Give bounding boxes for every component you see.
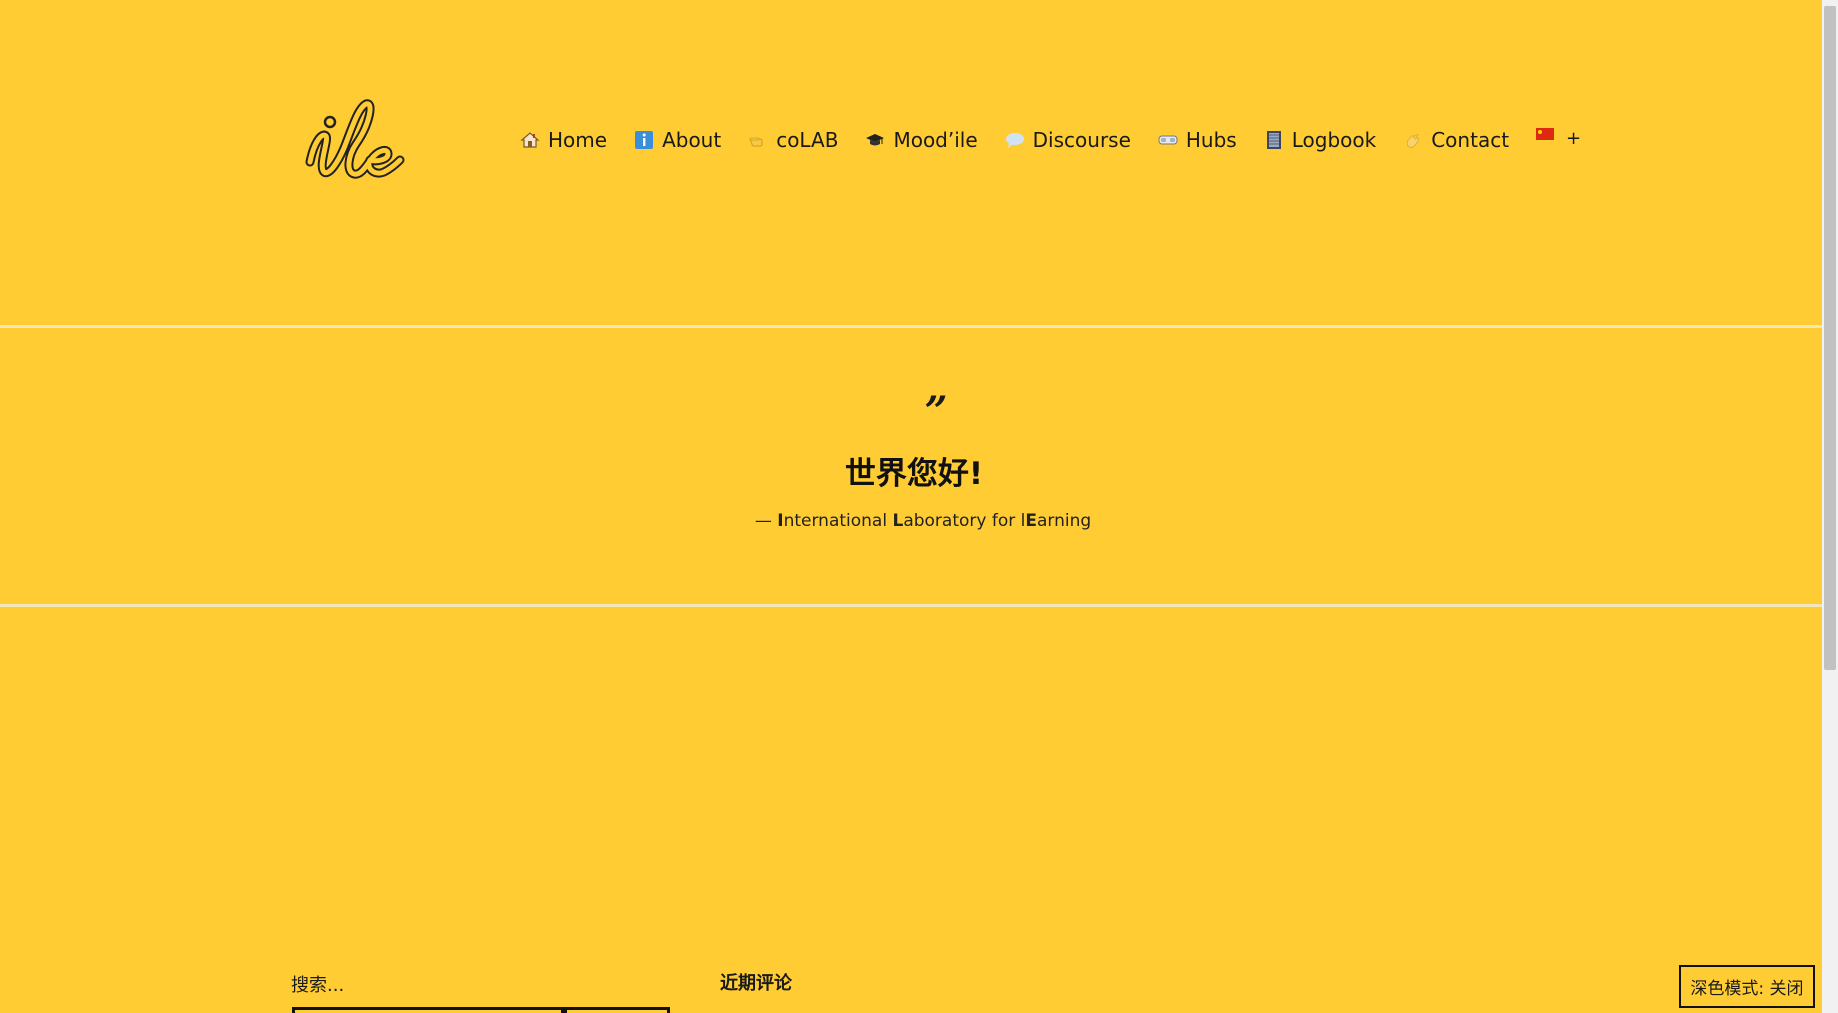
nav-colab-label: coLAB (776, 128, 839, 152)
search-button[interactable] (564, 1007, 670, 1013)
nav-moodile[interactable]: Mood’ile (865, 128, 978, 152)
ile-logo-icon (305, 99, 405, 179)
nav-discourse-label: Discourse (1032, 128, 1131, 152)
site-logo[interactable] (296, 92, 406, 188)
info-icon (634, 130, 654, 150)
vr-goggles-icon (1158, 130, 1178, 150)
house-icon (520, 130, 540, 150)
speech-bubble-icon (1005, 130, 1025, 150)
attribution-initial-e: E (1025, 511, 1037, 531)
recent-comments-title: 近期评论 (720, 973, 792, 994)
nav-moodile-label: Mood’ile (893, 128, 978, 152)
nav-home-label: Home (548, 128, 608, 152)
page: Home About coLAB Mood’ile Discourse Hubs… (0, 0, 1838, 1013)
scrollbar-thumb[interactable] (1824, 6, 1836, 670)
nav-home[interactable]: Home (520, 128, 607, 152)
nav-logbook[interactable]: Logbook (1264, 128, 1376, 152)
nav-about[interactable]: About (634, 128, 721, 152)
section-divider-bottom (0, 604, 1822, 607)
china-flag-icon[interactable] (1536, 128, 1555, 140)
nav-colab[interactable]: coLAB (748, 128, 838, 152)
section-divider-top (0, 325, 1822, 328)
quote-mark: ” (924, 388, 948, 435)
nav-about-label: About (662, 128, 722, 152)
nav-hubs[interactable]: Hubs (1158, 128, 1237, 152)
pointing-hand-icon (748, 130, 768, 150)
notebook-icon (1264, 130, 1284, 150)
nav-hubs-label: Hubs (1185, 128, 1237, 152)
dark-mode-label: 深色模式: 关闭 (1690, 979, 1804, 999)
dark-mode-toggle[interactable]: 深色模式: 关闭 (1679, 965, 1815, 1008)
graduation-cap-icon (865, 130, 885, 150)
attribution-prefix: — (754, 511, 778, 531)
nav-discourse[interactable]: Discourse (1005, 128, 1131, 152)
attribution-word-aboratory: aboratory for l (903, 511, 1026, 531)
nav-contact[interactable]: Contact (1403, 128, 1509, 152)
quote-attribution: — International Laboratory for lEarning (0, 511, 1838, 531)
attribution-word-arning: arning (1036, 511, 1092, 531)
search-input[interactable] (292, 1007, 564, 1013)
nav-contact-label: Contact (1431, 128, 1510, 152)
attribution-initial-l: L (892, 511, 904, 531)
nav-logbook-label: Logbook (1291, 128, 1377, 152)
attribution-word-nternational: nternational (783, 511, 893, 531)
waving-hand-icon (1403, 130, 1423, 150)
search-label: 搜索... (291, 975, 345, 996)
quote-text: 世界您好! (844, 456, 984, 492)
main-nav: Home About coLAB Mood’ile Discourse Hubs… (520, 124, 1581, 156)
nav-more-button[interactable]: + (1566, 128, 1581, 149)
